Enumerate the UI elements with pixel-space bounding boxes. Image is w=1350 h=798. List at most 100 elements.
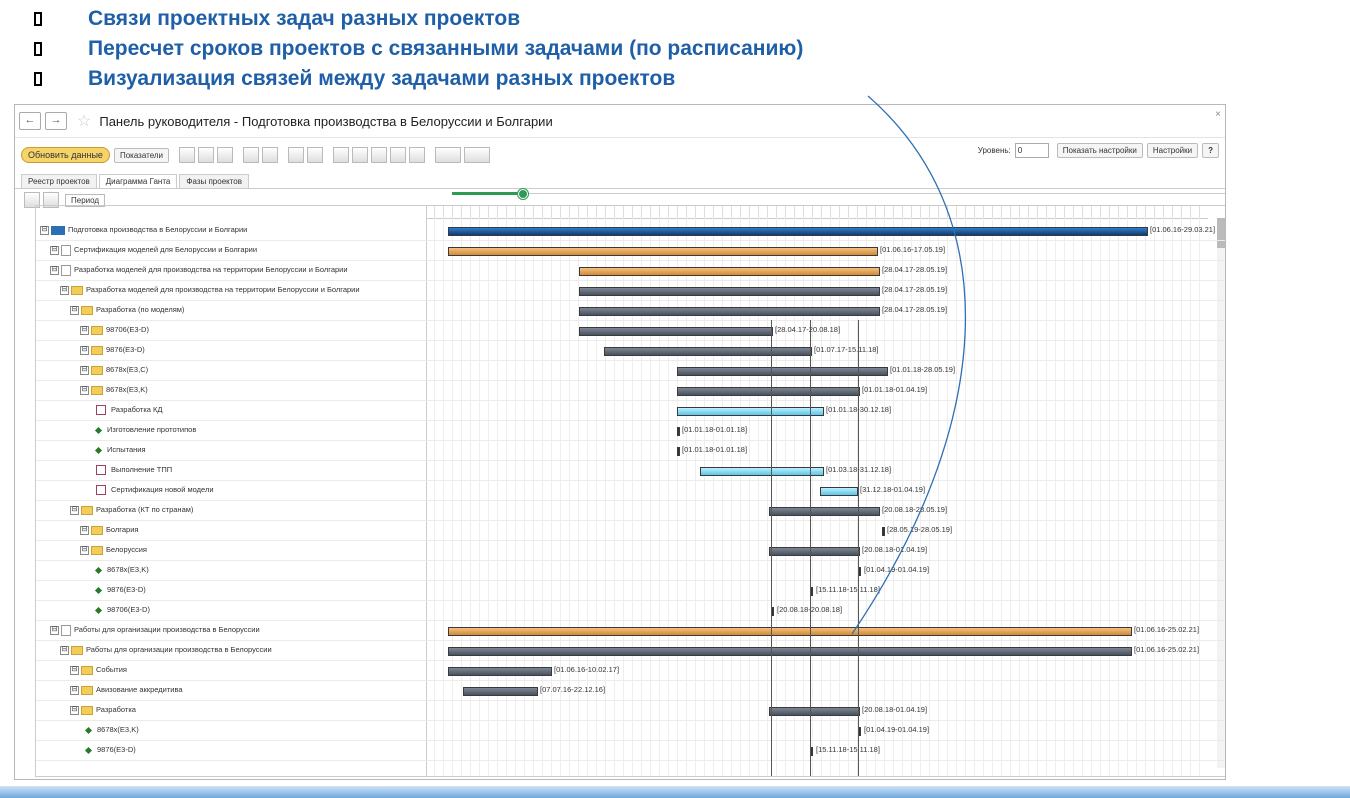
- toolbar-icon[interactable]: [198, 147, 215, 163]
- zoom-slider[interactable]: [518, 189, 528, 199]
- gantt-bar[interactable]: [677, 367, 888, 376]
- gantt-row[interactable]: 98706(E3-D)[20.08.18-20.08.18]: [36, 600, 1225, 621]
- gantt-row[interactable]: Разработка КД[01.01.18-30.12.18]: [36, 400, 1225, 421]
- doc-icon: [61, 624, 71, 636]
- gantt-bar[interactable]: [700, 467, 824, 476]
- expand-toggle-icon[interactable]: ⊟: [60, 645, 69, 655]
- expand-toggle-icon[interactable]: ⊟: [70, 505, 79, 515]
- gantt-bar[interactable]: [448, 647, 1132, 656]
- gantt-bar[interactable]: [448, 227, 1148, 236]
- gantt-row[interactable]: ⊟ Работы для организации производства в Б…: [36, 620, 1225, 641]
- gantt-row[interactable]: ⊟ Сертификация моделей для Белоруссии и Б…: [36, 240, 1225, 261]
- bar-date-range: [01.06.16-29.03.21]: [1150, 225, 1216, 234]
- settings-button[interactable]: Настройки: [1146, 143, 1199, 158]
- toolbar-icon[interactable]: [217, 147, 234, 163]
- back-button[interactable]: ←: [19, 112, 41, 130]
- expand-toggle-icon[interactable]: ⊟: [50, 245, 59, 255]
- forward-button[interactable]: →: [45, 112, 67, 130]
- zoom-fill: [452, 192, 522, 195]
- gantt-row[interactable]: ⊟ Разработка (КТ по странам) [20.08.18-28.…: [36, 500, 1225, 521]
- expand-toggle-icon[interactable]: ⊟: [80, 325, 89, 335]
- expand-toggle-icon[interactable]: ⊟: [80, 525, 89, 535]
- gantt-row[interactable]: ⊟ Авизование аккредитива [07.07.16-22.12.1…: [36, 680, 1225, 701]
- gantt-row[interactable]: ⊟ Разработка [20.08.18-01.04.19]: [36, 700, 1225, 721]
- toolbar-icon[interactable]: [390, 147, 407, 163]
- expand-toggle-icon[interactable]: ⊟: [70, 705, 79, 715]
- expand-toggle-icon[interactable]: ⊟: [40, 225, 49, 235]
- gantt-bar[interactable]: [463, 687, 538, 696]
- toolbar-icon[interactable]: [179, 147, 196, 163]
- gantt-bar[interactable]: [820, 487, 858, 496]
- gantt-bar[interactable]: [579, 327, 773, 336]
- gantt-row[interactable]: Изготовление прототипов [01.01.18-01.01.1…: [36, 420, 1225, 441]
- expand-toggle-icon[interactable]: ⊟: [70, 685, 79, 695]
- tab-gantt[interactable]: Диаграмма Ганта: [98, 174, 178, 188]
- gantt-row[interactable]: 9876(E3-D) [15.11.18-15.11.18]: [36, 580, 1225, 601]
- show-settings-button[interactable]: Показать настройки: [1056, 143, 1143, 158]
- gantt-bar[interactable]: [677, 407, 824, 416]
- toolbar-icon[interactable]: [371, 147, 388, 163]
- app-window: ← → ☆ Панель руководителя - Подготовка п…: [14, 104, 1226, 780]
- gantt-bar[interactable]: [579, 267, 880, 276]
- milestone-marker[interactable]: [882, 527, 885, 536]
- gantt-row[interactable]: 8678x(E3,K) [01.04.19-01.04.19]: [36, 560, 1225, 581]
- gantt-bar[interactable]: [579, 287, 880, 296]
- gantt-bar[interactable]: [579, 307, 880, 316]
- gantt-row[interactable]: ⊟ Разработка моделей для производства на …: [36, 280, 1225, 301]
- gantt-bar[interactable]: [769, 547, 860, 556]
- gantt-bar[interactable]: [769, 707, 860, 716]
- gantt-row[interactable]: Испытания [01.01.18-01.01.18]: [36, 440, 1225, 461]
- toolbar-icon[interactable]: [288, 147, 305, 163]
- toolbar-icon[interactable]: [262, 147, 279, 163]
- row-label-text: Работы для организации производства в Бе…: [86, 645, 272, 654]
- dropdown-icon[interactable]: [435, 147, 462, 163]
- expand-toggle-icon[interactable]: ⊟: [70, 665, 79, 675]
- milestone-marker[interactable]: [677, 447, 680, 456]
- expand-toggle-icon[interactable]: ⊟: [80, 345, 89, 355]
- expand-toggle-icon[interactable]: ⊟: [70, 305, 79, 315]
- expand-toggle-icon[interactable]: ⊟: [50, 265, 59, 275]
- gantt-row[interactable]: ⊟ Подготовка производства в Белоруссии и …: [36, 220, 1225, 241]
- gantt-row[interactable]: ⊟ События [01.06.16-10.02.17]: [36, 660, 1225, 681]
- gantt-bar[interactable]: [448, 627, 1132, 636]
- expand-toggle-icon[interactable]: ⊟: [80, 385, 89, 395]
- help-button[interactable]: ?: [1202, 143, 1219, 158]
- gantt-bar[interactable]: [769, 507, 880, 516]
- gantt-bar[interactable]: [448, 247, 878, 256]
- expand-toggle-icon[interactable]: ⊟: [60, 285, 69, 295]
- expand-toggle-icon[interactable]: ⊟: [80, 545, 89, 555]
- dropdown-icon[interactable]: [464, 147, 491, 163]
- gantt-row[interactable]: ⊟ 8678x(E3,K) [01.01.18-01.04.19]: [36, 380, 1225, 401]
- gantt-row[interactable]: ⊟ Болгария [28.05.19-28.05.19]: [36, 520, 1225, 541]
- gantt-row[interactable]: Выполнение ТПП[01.03.18-31.12.18]: [36, 460, 1225, 481]
- gantt-row[interactable]: ⊟ Работы для организации производства в Б…: [36, 640, 1225, 661]
- gantt-row[interactable]: ⊟ 98706(E3-D) [28.04.17-20.08.18]: [36, 320, 1225, 341]
- level-input[interactable]: 0: [1014, 143, 1049, 158]
- bar-date-range: [15.11.18-15.11.18]: [816, 745, 880, 754]
- tab-projects[interactable]: Реестр проектов: [21, 174, 97, 188]
- gantt-row[interactable]: ⊟ Разработка моделей для производства на …: [36, 260, 1225, 281]
- favorite-star-icon[interactable]: ☆: [77, 111, 91, 131]
- gantt-bar[interactable]: [604, 347, 812, 356]
- milestone-marker[interactable]: [677, 427, 680, 436]
- toolbar-icon[interactable]: [243, 147, 260, 163]
- tab-phases[interactable]: Фазы проектов: [179, 174, 249, 188]
- expand-toggle-icon[interactable]: ⊟: [80, 365, 89, 375]
- gantt-row[interactable]: Сертификация новой модели [31.12.18-01.04…: [36, 480, 1225, 501]
- gantt-row[interactable]: ⊟ Разработка (по моделям) [28.04.17-28.05.…: [36, 300, 1225, 321]
- gantt-row[interactable]: 8678x(E3,K) [01.04.19-01.04.19]: [36, 720, 1225, 741]
- close-icon[interactable]: ×: [1215, 109, 1221, 120]
- toolbar-icon[interactable]: [409, 147, 426, 163]
- gantt-bar[interactable]: [448, 667, 552, 676]
- gantt-row[interactable]: 9876(E3-D) [15.11.18-15.11.18]: [36, 740, 1225, 761]
- indicators-button[interactable]: Показатели: [113, 147, 170, 163]
- toolbar-icon[interactable]: [333, 147, 350, 163]
- expand-toggle-icon[interactable]: ⊟: [50, 625, 59, 635]
- gantt-row[interactable]: ⊟ 9876(E3-D) [01.07.17-15.11.18]: [36, 340, 1225, 361]
- gantt-row[interactable]: ⊟ 8678x(E3,C) [01.01.18-28.05.19]: [36, 360, 1225, 381]
- refresh-button[interactable]: Обновить данные: [21, 147, 110, 163]
- gantt-row[interactable]: ⊟ Белоруссия [20.08.18-01.04.19]: [36, 540, 1225, 561]
- toolbar-icon[interactable]: [352, 147, 369, 163]
- toolbar-icon[interactable]: [307, 147, 324, 163]
- gantt-bar[interactable]: [677, 387, 860, 396]
